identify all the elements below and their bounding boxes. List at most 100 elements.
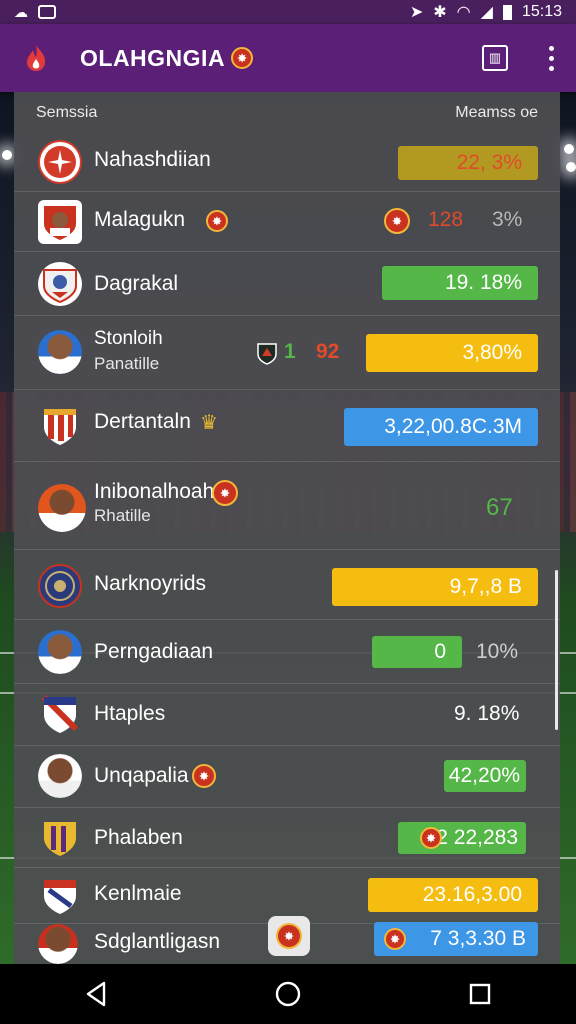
table-row[interactable]: Narknoyrids 9,7,,8 B bbox=[14, 550, 560, 620]
row-sub: Rhatille bbox=[94, 506, 151, 525]
row-name: Sdglantligasn bbox=[94, 930, 221, 953]
value-pill: 19. 18% bbox=[382, 266, 538, 300]
value-pill: 3,80% bbox=[366, 334, 538, 372]
club-crest-icon bbox=[38, 564, 82, 608]
table-row[interactable]: Stonloih Panatille 1 92 3,80% bbox=[14, 316, 560, 390]
table-row[interactable]: Phalaben 2 22,283 ✸ bbox=[14, 808, 560, 868]
club-crest-icon bbox=[38, 262, 82, 306]
row-value: 23.16,3.00 bbox=[422, 883, 522, 906]
club-crest-icon bbox=[38, 200, 82, 244]
app-badge-icon[interactable]: ✸ bbox=[268, 916, 310, 956]
row-value: 0 bbox=[434, 640, 446, 663]
book-icon[interactable]: ▥ bbox=[482, 45, 508, 71]
row-sub: Panatille bbox=[94, 354, 160, 373]
club-crest-icon bbox=[38, 816, 82, 860]
row-value: 2 22,283 bbox=[436, 826, 518, 849]
row-name: Narknoyrids bbox=[94, 572, 207, 595]
status-bar: ☁ ➤ ✱ ◠ ◢ 15:13 bbox=[0, 0, 576, 24]
location-icon: ➤ bbox=[409, 4, 424, 21]
club-crest-icon bbox=[38, 404, 82, 448]
header-right: Meamss oe bbox=[455, 104, 538, 121]
header-left: Semssia bbox=[36, 104, 98, 121]
recents-icon[interactable] bbox=[450, 972, 510, 1016]
player-avatar bbox=[38, 630, 82, 674]
row-name: Phalaben bbox=[94, 826, 183, 849]
app-bar: OLAHGNGIA ✸ ▥ bbox=[0, 24, 576, 92]
player-avatar bbox=[38, 754, 82, 798]
table-row[interactable]: Dagrakal 19. 18% bbox=[14, 252, 560, 316]
table-row[interactable]: Htaples 9. 18% bbox=[14, 684, 560, 746]
row-name: Unqapalia bbox=[94, 764, 189, 787]
table-header: Semssia Meamss oe bbox=[14, 92, 560, 134]
table-row[interactable]: Nahashdiian 22, 3% bbox=[14, 134, 560, 192]
red-badge-icon: ✸ bbox=[206, 210, 228, 232]
row-value: 9. 18% bbox=[454, 702, 520, 725]
score-right: 92 bbox=[316, 340, 340, 363]
row-extra: 10% bbox=[476, 640, 519, 663]
table-row[interactable]: Dertantaln ♛ 3,22,00.8C.3M bbox=[14, 390, 560, 462]
player-avatar bbox=[38, 484, 86, 532]
table-row[interactable]: Perngadiaan 0 10% bbox=[14, 620, 560, 684]
back-icon[interactable] bbox=[66, 972, 126, 1016]
shield-icon bbox=[256, 342, 278, 366]
table-row[interactable]: Unqapalia ✸ 42,20% bbox=[14, 746, 560, 808]
player-avatar bbox=[38, 330, 82, 374]
floodlight bbox=[564, 144, 574, 154]
signal-icon: ◢ bbox=[480, 4, 493, 21]
row-value: 128 bbox=[428, 208, 464, 231]
row-value: 3,22,00.8C.3M bbox=[384, 415, 522, 438]
row-value: 67 bbox=[486, 494, 513, 521]
red-badge-icon: ✸ bbox=[384, 208, 410, 234]
score-left: 1 bbox=[284, 340, 296, 363]
app-title: OLAHGNGIA bbox=[80, 44, 226, 71]
wifi-icon: ◠ bbox=[456, 4, 471, 21]
club-crest-icon bbox=[38, 692, 82, 736]
floodlight bbox=[2, 150, 12, 160]
row-name: Htaples bbox=[94, 702, 166, 725]
table-row[interactable]: Sdglantligasn ✸ 7 3,3.30 B ✸ bbox=[14, 916, 560, 964]
row-extra: 3% bbox=[492, 208, 523, 231]
red-badge-icon: ✸ bbox=[212, 480, 238, 506]
row-value: 42,20% bbox=[448, 764, 520, 787]
value-pill: 3,22,00.8C.3M bbox=[344, 408, 538, 446]
row-value: 3,80% bbox=[462, 341, 522, 364]
gallery-icon bbox=[38, 5, 56, 19]
status-time: 15:13 bbox=[521, 3, 562, 20]
club-crest-icon bbox=[38, 874, 82, 918]
trophy-icon: ♛ bbox=[200, 412, 218, 434]
row-name: Stonloih bbox=[94, 328, 163, 349]
brand-badge-icon: ✸ bbox=[231, 47, 254, 69]
value-pill: 23.16,3.00 bbox=[368, 878, 538, 912]
player-avatar bbox=[38, 924, 78, 964]
red-badge-icon: ✸ bbox=[192, 764, 216, 788]
row-name: Nahashdiian bbox=[94, 148, 211, 171]
value-pill: 22, 3% bbox=[398, 146, 538, 180]
row-name: Dertantaln bbox=[94, 410, 191, 433]
home-icon[interactable] bbox=[258, 972, 318, 1016]
value-pill: 2 22,283 bbox=[398, 822, 526, 854]
row-name: Kenlmaie bbox=[94, 882, 182, 905]
row-value: 19. 18% bbox=[444, 271, 522, 294]
scrollbar[interactable] bbox=[555, 570, 558, 730]
flame-logo-icon[interactable] bbox=[20, 42, 52, 74]
red-badge-icon: ✸ bbox=[384, 928, 406, 950]
row-name: Malagukn bbox=[94, 208, 186, 231]
more-vert-icon[interactable] bbox=[546, 45, 556, 71]
row-name: Perngadiaan bbox=[94, 640, 214, 663]
standings-panel: Semssia Meamss oe Nahashdiian 22, 3% Mal… bbox=[14, 92, 560, 964]
battery-icon bbox=[502, 4, 512, 20]
floodlight bbox=[566, 162, 576, 172]
row-name: Dagrakal bbox=[94, 272, 179, 295]
row-value: 7 3,3.30 B bbox=[430, 927, 526, 950]
value-pill: 0 bbox=[372, 636, 462, 668]
table-row[interactable]: Malagukn ✸ ✸ 128 3% bbox=[14, 192, 560, 252]
value-pill: 9,7,,8 B bbox=[332, 568, 538, 606]
red-badge-icon: ✸ bbox=[420, 827, 442, 849]
row-value: 22, 3% bbox=[456, 151, 522, 174]
row-name: Inibonalhoah bbox=[94, 480, 215, 503]
bluetooth-icon: ✱ bbox=[433, 4, 447, 21]
table-row[interactable]: Inibonalhoah Rhatille ✸ 67 bbox=[14, 462, 560, 550]
notification-icon: ☁ bbox=[14, 3, 28, 20]
row-value: 9,7,,8 B bbox=[449, 575, 522, 598]
club-crest-icon bbox=[38, 140, 82, 184]
